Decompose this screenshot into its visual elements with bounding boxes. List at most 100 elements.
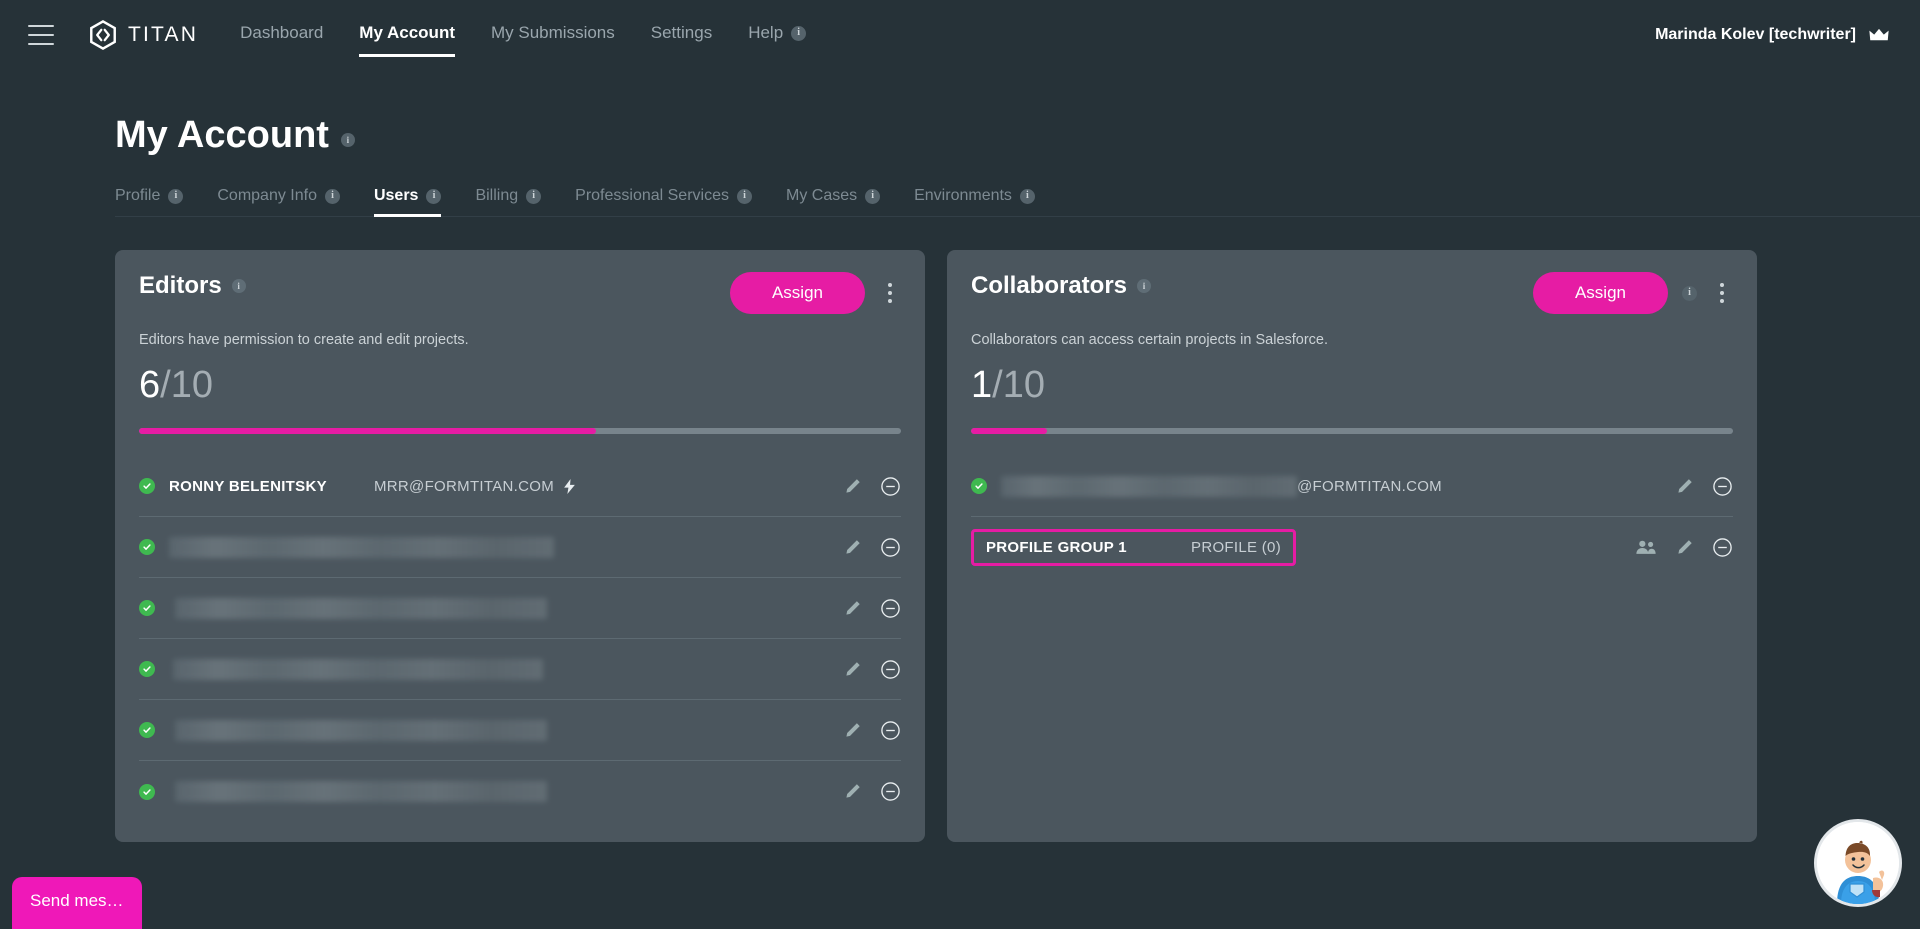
kebab-dot <box>888 291 892 295</box>
titan-logo[interactable]: TITAN <box>88 20 198 50</box>
edit-icon[interactable] <box>843 721 862 740</box>
tab-label: Environments <box>914 187 1012 204</box>
brand-name: TITAN <box>128 23 199 46</box>
collaborators-user-list: @FORMTITAN.COM PROFILE GROUP 1 PROFILE (… <box>971 456 1733 578</box>
row-actions <box>1675 476 1733 497</box>
tab-professional-services[interactable]: Professional Services i <box>575 187 752 216</box>
info-icon[interactable]: i <box>426 188 442 204</box>
card-title: Collaborators i <box>971 272 1152 300</box>
table-row[interactable] <box>139 517 901 578</box>
verified-status-icon <box>139 478 155 494</box>
info-icon[interactable]: i <box>1137 279 1152 293</box>
table-row[interactable] <box>139 700 901 761</box>
edit-icon[interactable] <box>843 599 862 618</box>
table-row[interactable]: @FORMTITAN.COM <box>971 456 1733 517</box>
table-row[interactable] <box>139 761 901 822</box>
edit-icon[interactable] <box>1675 477 1694 496</box>
nav-item-my-submissions[interactable]: My Submissions <box>491 23 615 47</box>
collaborators-description: Collaborators can access certain project… <box>971 332 1329 348</box>
edit-icon[interactable] <box>843 782 862 801</box>
titan-hexagon-icon <box>88 20 118 50</box>
verified-status-icon <box>139 661 155 677</box>
edit-icon[interactable] <box>843 660 862 679</box>
card-actions: Assign <box>729 272 901 314</box>
info-icon[interactable]: i <box>324 188 340 204</box>
profile-group-highlight[interactable]: PROFILE GROUP 1 PROFILE (0) <box>971 529 1296 566</box>
top-navigation-bar: TITAN Dashboard My Account My Submission… <box>0 0 1920 70</box>
profile-group-count: PROFILE (0) <box>1191 539 1281 556</box>
assign-collaborator-button[interactable]: Assign <box>1532 272 1668 314</box>
remove-icon[interactable] <box>880 476 901 497</box>
tab-billing[interactable]: Billing i <box>475 187 542 216</box>
kebab-dot <box>1720 299 1724 303</box>
editors-user-list: RONNY BELENITSKY MRR@FORMTITAN.COM <box>139 456 901 822</box>
tab-environments[interactable]: Environments i <box>914 187 1035 216</box>
editors-card: Editors i Assign Editors have permission… <box>115 250 925 842</box>
nav-label: Dashboard <box>240 23 324 42</box>
assign-editor-button[interactable]: Assign <box>729 272 865 314</box>
hamburger-line <box>28 25 54 27</box>
row-actions <box>843 598 901 619</box>
hamburger-line <box>28 34 54 36</box>
edit-icon[interactable] <box>843 477 862 496</box>
remove-icon[interactable] <box>880 659 901 680</box>
collaborators-progress-fill <box>971 428 1048 434</box>
seats-used: 6 <box>139 364 161 406</box>
group-icon[interactable] <box>1635 539 1657 556</box>
nav-item-settings[interactable]: Settings <box>651 23 712 47</box>
redacted-user-info <box>175 597 547 619</box>
remove-icon[interactable] <box>1712 476 1733 497</box>
row-actions <box>843 720 901 741</box>
tab-label: My Cases <box>785 187 858 204</box>
info-icon[interactable]: i <box>1019 188 1035 204</box>
chat-agent-avatar[interactable] <box>1814 819 1902 907</box>
editors-progress-fill <box>139 428 597 434</box>
redacted-user-info <box>175 719 547 741</box>
nav-item-my-account[interactable]: My Account <box>359 23 455 57</box>
info-icon[interactable]: i <box>231 279 246 293</box>
tab-my-cases[interactable]: My Cases i <box>785 187 881 216</box>
remove-icon[interactable] <box>880 598 901 619</box>
page-title-text: My Account <box>115 114 329 156</box>
info-icon[interactable]: i <box>1682 285 1697 301</box>
card-header: Editors i Assign <box>139 272 901 314</box>
page-title: My Account i <box>115 114 1920 157</box>
table-row[interactable] <box>139 639 901 700</box>
send-message-button[interactable]: Send mes… <box>12 877 142 929</box>
nav-item-dashboard[interactable]: Dashboard <box>240 23 323 47</box>
profile-group-row[interactable]: PROFILE GROUP 1 PROFILE (0) <box>971 517 1733 578</box>
lightning-bolt-icon <box>564 478 575 494</box>
nav-label: Help <box>748 23 784 42</box>
info-icon[interactable]: i <box>340 133 355 147</box>
tab-company-info[interactable]: Company Info i <box>217 187 340 216</box>
seats-separator: / <box>160 364 171 406</box>
user-account-menu[interactable]: Marinda Kolev [techwriter] <box>1655 26 1890 44</box>
redacted-user-info <box>173 658 543 680</box>
remove-icon[interactable] <box>1712 537 1733 558</box>
info-icon[interactable]: i <box>736 188 752 204</box>
info-icon[interactable]: i <box>865 188 881 204</box>
editors-overflow-menu-icon[interactable] <box>879 280 901 306</box>
collaborators-overflow-menu-icon[interactable] <box>1711 280 1733 306</box>
remove-icon[interactable] <box>880 720 901 741</box>
info-icon[interactable]: i <box>791 25 807 41</box>
info-icon[interactable]: i <box>526 188 542 204</box>
tab-users[interactable]: Users i <box>373 187 442 217</box>
kebab-dot <box>1720 291 1724 295</box>
nav-item-help[interactable]: Help i <box>748 23 807 47</box>
table-row[interactable] <box>139 578 901 639</box>
remove-icon[interactable] <box>880 781 901 802</box>
table-row[interactable]: RONNY BELENITSKY MRR@FORMTITAN.COM <box>139 456 901 517</box>
row-actions <box>843 537 901 558</box>
seats-used: 1 <box>971 364 993 406</box>
edit-icon[interactable] <box>1675 538 1694 557</box>
hamburger-menu-icon[interactable] <box>28 25 54 45</box>
verified-status-icon <box>971 478 987 494</box>
page-header: My Account i Profile i Company Info i Us… <box>0 70 1920 217</box>
verified-status-icon <box>139 600 155 616</box>
tab-label: Billing <box>475 187 519 204</box>
tab-profile[interactable]: Profile i <box>115 187 184 216</box>
remove-icon[interactable] <box>880 537 901 558</box>
edit-icon[interactable] <box>843 538 862 557</box>
info-icon[interactable]: i <box>168 188 184 204</box>
